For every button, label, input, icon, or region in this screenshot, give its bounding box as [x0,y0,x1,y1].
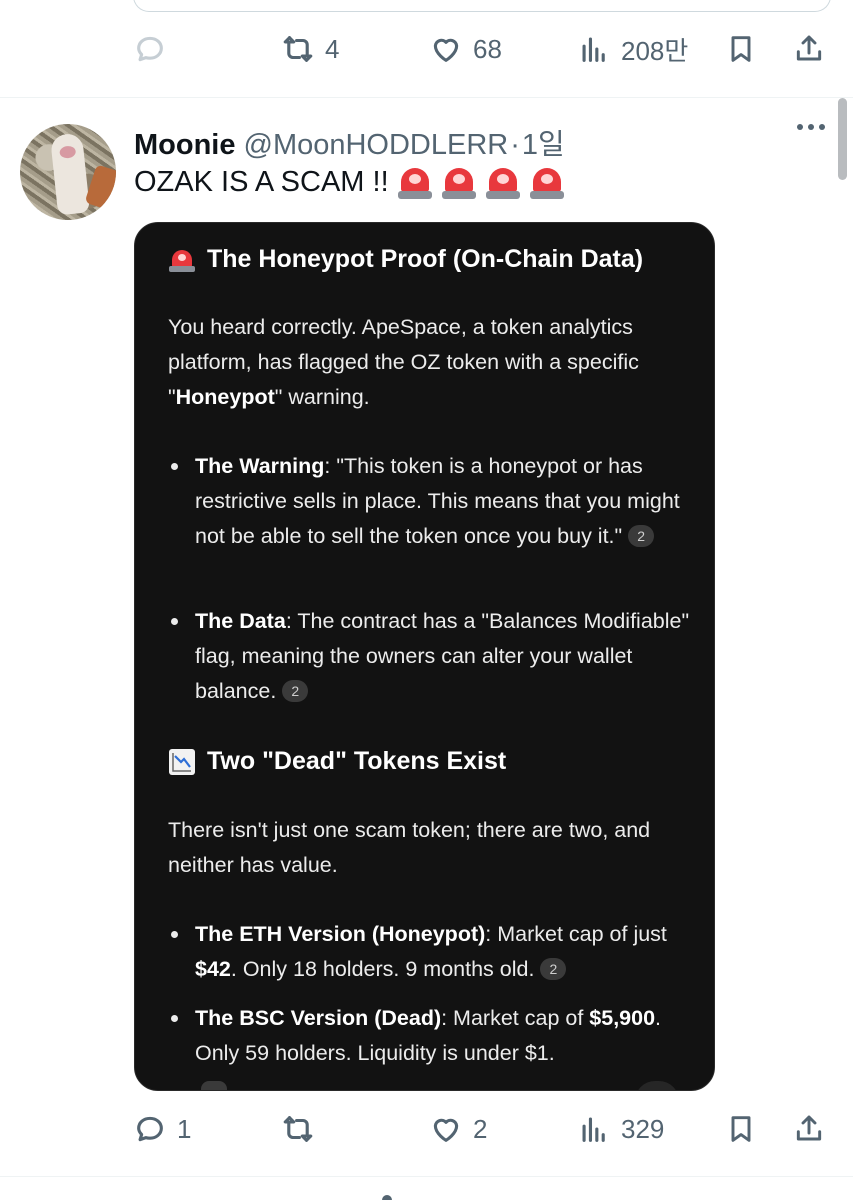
tweet-header: Moonie @MoonHODDLERR · 1일 [134,121,565,163]
dead-tokens-intro-paragraph: There isn't just one scam token; there a… [168,818,651,877]
views-button[interactable]: 329 [577,1107,664,1151]
chart-decreasing-icon [169,748,195,775]
share-button[interactable] [793,27,825,71]
views-button[interactable]: 208만 [577,27,688,71]
share-icon [796,1115,822,1141]
like-count: 68 [473,33,502,64]
reply-button[interactable] [133,27,167,71]
author-handle[interactable]: @MoonHODDLERR [244,129,509,162]
bookmark-button[interactable] [725,27,757,71]
tweet-divider [0,1176,853,1177]
citation-badge-cut [201,1081,227,1090]
siren-emoji-icon [397,164,433,200]
author-name[interactable]: Moonie [134,129,236,162]
heart-icon [433,1118,459,1142]
tweet-divider [0,97,853,98]
next-tweet-edge [382,1195,392,1200]
avatar-cat-paw [49,132,91,216]
reply-icon [137,36,163,62]
retweet-icon [283,36,313,62]
list-item-bsc-version: The BSC Version (Dead): Market cap of $5… [168,1001,693,1071]
siren-emoji-icon [529,164,565,200]
section-heading-dead-tokens: Two "Dead" Tokens Exist [169,747,506,776]
share-button[interactable] [793,1107,825,1151]
more-dot-icon [797,124,803,130]
avatar[interactable] [20,124,116,220]
reply-icon [137,1116,163,1142]
more-dot-icon [808,124,814,130]
bookmark-icon [731,36,751,62]
tweet-text-body: OZAK IS A SCAM !! [134,165,389,198]
views-chart-icon [582,37,605,62]
retweet-button[interactable] [281,1107,315,1151]
retweet-icon [283,1116,313,1142]
tweet-media-image[interactable]: The Honeypot Proof (On-Chain Data) You h… [134,222,715,1091]
siren-icon [169,247,195,273]
like-count: 2 [473,1113,488,1144]
like-button[interactable]: 68 [429,27,502,71]
scrollbar-thumb[interactable] [838,98,847,180]
views-chart-icon [582,1117,605,1142]
bookmark-icon [731,1116,751,1142]
reply-button[interactable]: 1 [133,1107,191,1151]
share-icon [796,35,822,61]
scroll-down-button-cut [635,1081,679,1090]
retweet-count: 4 [325,33,340,64]
header-separator: · [510,129,520,161]
more-dot-icon [819,124,825,130]
view-count: 329 [621,1113,665,1144]
tweet-text: OZAK IS A SCAM !! [134,164,565,200]
list-item-warning: The Warning: "This token is a honeypot o… [168,449,693,554]
citation-badge: 2 [540,958,567,980]
list-item-eth-version: The ETH Version (Honeypot): Market cap o… [168,917,693,987]
reply-count: 1 [177,1113,192,1144]
bookmark-button[interactable] [725,1107,757,1151]
section-heading-honeypot: The Honeypot Proof (On-Chain Data) [169,245,643,274]
retweet-button[interactable]: 4 [281,27,339,71]
section-heading-text: Two "Dead" Tokens Exist [207,747,507,775]
section-heading-text: The Honeypot Proof (On-Chain Data) [207,245,644,273]
like-button[interactable]: 2 [429,1107,487,1151]
honeypot-intro-paragraph: You heard correctly. ApeSpace, a token a… [168,315,639,409]
citation-badge: 2 [628,525,655,547]
heart-icon [433,38,459,62]
list-item-data: The Data: The contract has a "Balances M… [168,604,693,709]
previous-tweet-action-bar: 4 68 208만 [133,27,833,71]
tweet-action-bar: 1 2 329 [133,1107,833,1151]
siren-emoji-icon [485,164,521,200]
avatar-shoe [84,164,116,212]
timestamp[interactable]: 1일 [522,121,565,163]
siren-emoji-icon [441,164,477,200]
more-options-button[interactable] [797,124,825,130]
previous-tweet-card-edge [133,0,831,12]
citation-badge: 2 [282,680,309,702]
view-count: 208만 [621,35,689,66]
